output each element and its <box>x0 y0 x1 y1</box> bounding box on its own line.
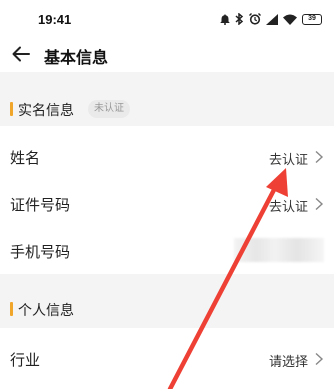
row-phone: 手机号码 <box>0 227 334 274</box>
row-industry[interactable]: 行业 请选择 <box>0 334 334 389</box>
spacer-band <box>0 72 334 90</box>
wifi-icon <box>283 14 297 25</box>
back-arrow-icon[interactable] <box>10 43 32 65</box>
industry-select[interactable]: 请选择 <box>269 351 308 370</box>
signal-icon <box>266 13 278 25</box>
notification-icon <box>220 13 230 25</box>
verify-link-id-number[interactable]: 去认证 <box>269 196 308 215</box>
status-bar: 19:41 39 <box>0 0 334 36</box>
section-header-realname: 实名信息 未认证 <box>0 90 334 126</box>
section-title-realname: 实名信息 <box>18 102 74 118</box>
status-time: 19:41 <box>38 12 72 27</box>
section-title-personal: 个人信息 <box>18 302 74 318</box>
section-accent-bar <box>10 102 13 116</box>
chevron-right-icon <box>315 150 324 164</box>
alarm-icon <box>249 13 261 25</box>
chevron-right-icon <box>315 197 324 211</box>
battery-icon: 39 <box>302 13 322 25</box>
page-title: 基本信息 <box>44 50 109 67</box>
row-label-industry: 行业 <box>10 352 41 369</box>
section-header-personal: 个人信息 <box>0 288 334 328</box>
row-label-id-number: 证件号码 <box>10 197 71 214</box>
verify-link-name[interactable]: 去认证 <box>269 149 308 168</box>
row-name[interactable]: 姓名 去认证 <box>0 133 334 180</box>
status-icons: 39 <box>220 12 322 26</box>
nav-bar: 基本信息 <box>0 36 334 72</box>
chevron-right-icon <box>315 352 324 366</box>
status-badge: 未认证 <box>88 100 130 118</box>
row-label-phone: 手机号码 <box>10 244 71 261</box>
bluetooth-icon <box>235 13 244 25</box>
spacer-band <box>0 274 334 288</box>
row-label-name: 姓名 <box>10 150 41 167</box>
row-id-number[interactable]: 证件号码 去认证 <box>0 180 334 227</box>
redacted-phone-value <box>234 238 324 262</box>
section-accent-bar <box>10 302 13 316</box>
